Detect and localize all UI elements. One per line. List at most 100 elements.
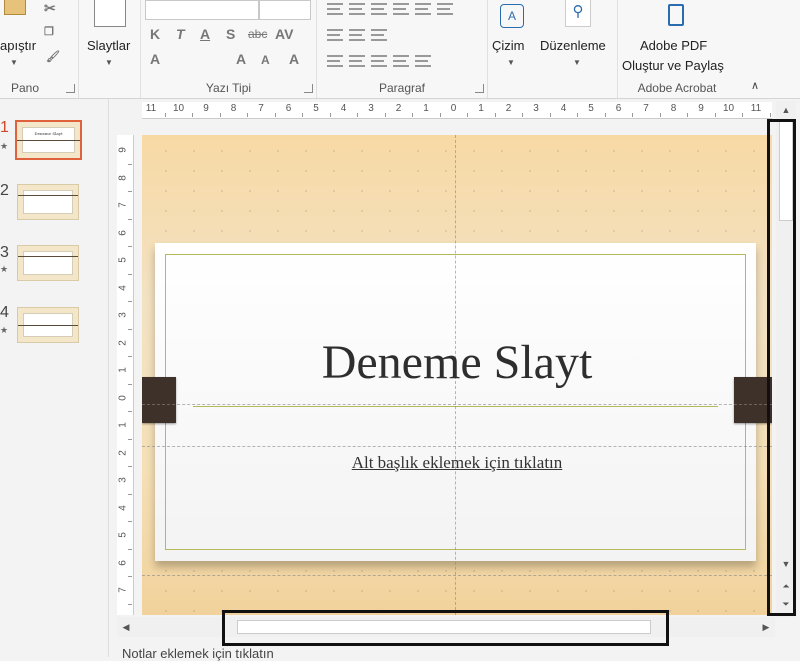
vertical-ruler[interactable]: 9 8 7 6 5 4 3 2 1 0 1 2 3 4 5 6 7 bbox=[117, 135, 134, 615]
create-pdf-icon[interactable] bbox=[668, 4, 684, 26]
numbering-icon[interactable] bbox=[349, 3, 365, 15]
adobe-pdf-button[interactable]: Adobe PDF bbox=[640, 38, 707, 53]
clipboard-group: apıştır ▼ ✂ ❐ 🖌 Pano bbox=[0, 0, 79, 98]
shrink-font-button[interactable]: A bbox=[261, 53, 270, 67]
ruler-tick bbox=[549, 113, 551, 117]
slide-thumbnail-1[interactable]: Deneme Slayt bbox=[15, 120, 82, 160]
clipboard-launcher-icon[interactable] bbox=[66, 84, 75, 93]
adobe-pdf-button-line2[interactable]: Oluştur ve Paylaş bbox=[622, 58, 724, 73]
ruler-tick bbox=[128, 273, 132, 275]
text-direction-icon[interactable] bbox=[327, 29, 343, 41]
ruler-tick-label: 8 bbox=[117, 174, 129, 181]
ruler-tick-label: 8 bbox=[670, 103, 677, 114]
collapse-ribbon-icon[interactable]: ∧ bbox=[751, 79, 759, 92]
align-text-icon[interactable] bbox=[349, 29, 365, 41]
slides-dropdown-icon[interactable]: ▼ bbox=[105, 58, 113, 67]
ruler-tick bbox=[659, 113, 661, 117]
ruler-tick-label: 6 bbox=[285, 103, 292, 114]
align-right-icon[interactable] bbox=[371, 55, 387, 67]
scroll-left-icon[interactable]: ◀ bbox=[119, 619, 133, 635]
ruler-tick bbox=[128, 163, 132, 165]
grow-font-button[interactable]: A bbox=[236, 51, 246, 67]
transition-star-icon-1: ★ bbox=[0, 141, 9, 151]
horizontal-ruler[interactable]: 11 10 9 8 7 6 5 4 3 2 1 0 1 2 3 4 5 6 7 8 9 10 11 bbox=[142, 102, 772, 119]
transition-star-icon-4: ★ bbox=[0, 325, 9, 335]
align-center-icon[interactable] bbox=[349, 55, 365, 67]
smartart-icon[interactable] bbox=[371, 29, 387, 41]
ruler-tick bbox=[714, 113, 716, 117]
italic-button[interactable]: T bbox=[176, 26, 185, 42]
ruler-tick bbox=[128, 356, 132, 358]
slide-thumbnail-3[interactable] bbox=[17, 245, 79, 281]
ruler-tick bbox=[128, 383, 132, 385]
slide-thumbnail-4[interactable] bbox=[17, 307, 79, 343]
thumb-card bbox=[23, 251, 73, 275]
align-left-icon[interactable] bbox=[327, 55, 343, 67]
increase-indent-icon[interactable] bbox=[393, 3, 409, 15]
paragraph-group: Paragraf bbox=[317, 0, 488, 98]
thumb-card bbox=[23, 190, 73, 214]
new-slide-icon[interactable] bbox=[94, 0, 126, 27]
shadow-button[interactable]: S bbox=[226, 26, 235, 42]
notes-pane[interactable]: Notlar eklemek için tıklatın bbox=[122, 646, 274, 661]
font-group-label: Yazı Tipi bbox=[205, 81, 252, 95]
ruler-tick-label: 3 bbox=[533, 103, 539, 114]
ruler-tick-label: 9 bbox=[698, 103, 704, 114]
editing-dropdown-icon[interactable]: ▼ bbox=[573, 58, 581, 67]
line-spacing-icon[interactable] bbox=[415, 3, 431, 15]
horizontal-guide[interactable] bbox=[142, 446, 772, 447]
paragraph-group-label: Paragraf bbox=[378, 81, 426, 95]
ruler-tick-label: 1 bbox=[117, 422, 129, 428]
cut-icon[interactable]: ✂ bbox=[44, 0, 56, 17]
font-color-button[interactable]: A bbox=[150, 51, 160, 67]
slide-title[interactable]: Deneme Slayt bbox=[142, 335, 772, 390]
paste-button[interactable]: apıştır bbox=[0, 38, 36, 53]
scroll-right-icon[interactable]: ▶ bbox=[759, 619, 773, 635]
search-icon[interactable]: ⚲ bbox=[565, 0, 591, 27]
paste-icon[interactable] bbox=[4, 0, 26, 15]
bullets-icon[interactable] bbox=[327, 3, 343, 15]
scroll-up-icon[interactable]: ▲ bbox=[778, 103, 794, 117]
distribute-icon[interactable] bbox=[415, 55, 431, 67]
ruler-tick-label: 2 bbox=[117, 449, 129, 456]
ruler-tick bbox=[467, 113, 469, 117]
bold-button[interactable]: K bbox=[150, 26, 160, 42]
ruler-tick bbox=[384, 113, 386, 117]
shapes-icon[interactable]: A bbox=[500, 4, 524, 28]
clear-format-icon[interactable]: A bbox=[289, 51, 299, 67]
ruler-tick-label: 7 bbox=[117, 202, 129, 208]
copy-icon[interactable]: ❐ bbox=[44, 25, 54, 38]
font-size-field[interactable] bbox=[259, 0, 311, 20]
drawing-dropdown-icon[interactable]: ▼ bbox=[507, 58, 515, 67]
columns-icon[interactable] bbox=[437, 3, 453, 15]
editing-button[interactable]: Düzenleme bbox=[540, 38, 606, 53]
decrease-indent-icon[interactable] bbox=[371, 3, 387, 15]
slide-canvas[interactable]: Deneme Slayt Alt başlık eklemek için tık… bbox=[142, 135, 772, 615]
font-name-field[interactable] bbox=[145, 0, 259, 20]
underline-button[interactable]: A bbox=[200, 26, 210, 42]
ruler-tick-label: 2 bbox=[117, 339, 129, 346]
paste-dropdown-icon[interactable]: ▼ bbox=[10, 58, 18, 67]
horizontal-guide[interactable] bbox=[142, 575, 772, 576]
ruler-tick bbox=[522, 113, 524, 117]
ruler-tick bbox=[494, 113, 496, 117]
paragraph-launcher-icon[interactable] bbox=[475, 84, 484, 93]
slide-thumbnail-2[interactable] bbox=[17, 184, 79, 220]
ruler-tick-label: 5 bbox=[588, 103, 594, 114]
ruler-tick-label: 4 bbox=[560, 103, 567, 114]
justify-icon[interactable] bbox=[393, 55, 409, 67]
font-launcher-icon[interactable] bbox=[304, 84, 313, 93]
strikethrough-button[interactable]: abc bbox=[248, 27, 267, 41]
slides-button[interactable]: Slaytlar bbox=[87, 38, 130, 53]
ruler-tick-label: 8 bbox=[230, 103, 237, 114]
slide-subtitle-placeholder[interactable]: Alt başlık eklemek için tıklatın bbox=[142, 453, 772, 473]
character-spacing-button[interactable]: AV bbox=[275, 26, 293, 42]
ruler-tick bbox=[247, 113, 249, 117]
drawing-button[interactable]: Çizim bbox=[492, 38, 525, 53]
ruler-tick bbox=[604, 113, 606, 117]
ruler-tick bbox=[164, 113, 166, 117]
horizontal-guide[interactable] bbox=[142, 404, 772, 405]
ruler-tick bbox=[128, 603, 132, 605]
ruler-tick bbox=[128, 548, 132, 550]
format-painter-icon[interactable]: 🖌 bbox=[46, 50, 60, 63]
